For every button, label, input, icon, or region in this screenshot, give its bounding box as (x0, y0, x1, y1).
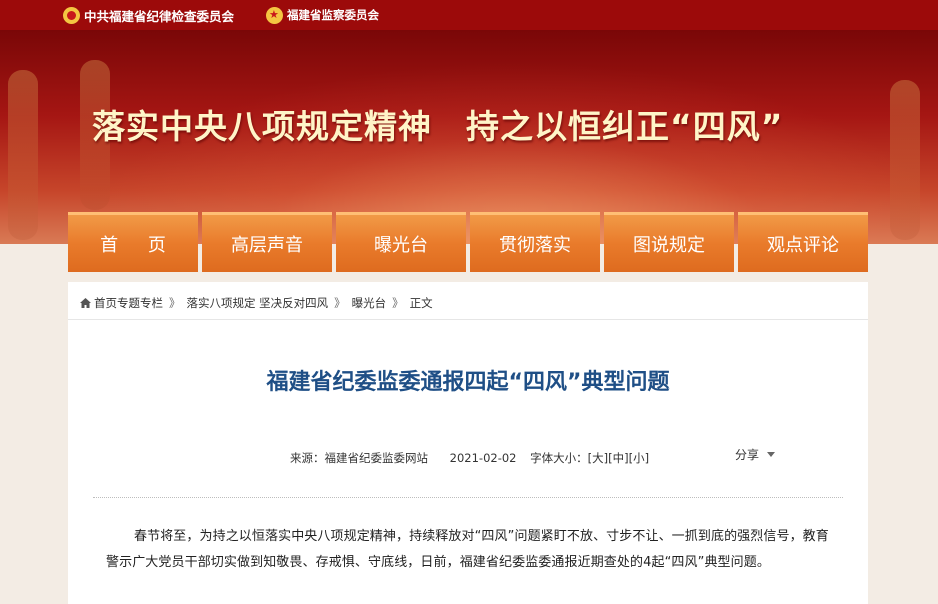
banner-slogan: 落实中央八项规定精神 持之以恒纠正“四风” (92, 100, 783, 148)
font-size-label: 字体大小： (530, 451, 588, 465)
article-date: 2021-02-02 (449, 451, 517, 465)
home-icon[interactable] (80, 298, 91, 308)
dotted-divider (93, 497, 843, 498)
share-dropdown[interactable]: 分享 (735, 446, 776, 463)
font-size-large-button[interactable]: [大] (588, 451, 608, 465)
article-meta: 来源：福建省纪委监委网站 2021-02-02 字体大小：[大][中][小] (290, 450, 649, 466)
article-panel: 首页专题专栏 》 落实八项规定 坚决反对四风 》 曝光台 》 正文 福建省纪委监… (68, 282, 868, 604)
font-size-small-button[interactable]: [小] (629, 451, 649, 465)
share-label: 分享 (735, 448, 760, 462)
font-size-medium-button[interactable]: [中] (608, 451, 628, 465)
breadcrumb-separator: 》 (169, 296, 181, 310)
nav-commentary[interactable]: 观点评论 (738, 212, 868, 272)
nav-illustrated-rules[interactable]: 图说规定 (604, 212, 734, 272)
party-emblem-icon (63, 6, 80, 24)
wheat-decoration (890, 80, 920, 240)
nav-implementation[interactable]: 贯彻落实 (470, 212, 600, 272)
banner-slogan-1: 落实中央八项规定精神 (92, 107, 432, 146)
banner-slogan-2: 持之以恒纠正“四风” (466, 107, 784, 146)
main-nav: 首 页 高层声音 曝光台 贯彻落实 图说规定 观点评论 (68, 212, 868, 272)
supervision-logo[interactable]: 福建省监察委员会 (266, 6, 379, 24)
breadcrumb-link-exposure[interactable]: 曝光台 (352, 295, 387, 311)
nav-senior-voice[interactable]: 高层声音 (202, 212, 332, 272)
top-header-bar: 中共福建省纪律检查委员会 福建省监察委员会 (0, 0, 938, 30)
article-source: 来源：福建省纪委监委网站 (290, 451, 428, 465)
breadcrumb-separator: 》 (392, 296, 404, 310)
breadcrumb-separator: 》 (334, 296, 346, 310)
breadcrumb-link-home[interactable]: 首页专题专栏 (94, 295, 163, 311)
article-title: 福建省纪委监委通报四起“四风”典型问题 (266, 370, 670, 395)
article-body: 春节将至，为持之以恒落实中央八项规定精神，持续释放对“四风”问题紧盯不放、寸步不… (106, 529, 829, 570)
breadcrumb-current: 正文 (409, 296, 433, 310)
breadcrumb-link-topic[interactable]: 落实八项规定 坚决反对四风 (187, 295, 329, 311)
wheat-decoration (8, 70, 38, 240)
org-primary-name: 中共福建省纪律检查委员会 (84, 8, 235, 24)
chevron-down-icon (767, 452, 776, 457)
org-secondary-name: 福建省监察委员会 (287, 8, 379, 22)
nav-exposure[interactable]: 曝光台 (336, 212, 466, 272)
national-emblem-icon (266, 6, 283, 24)
nav-home[interactable]: 首 页 (68, 212, 198, 272)
breadcrumb: 首页专题专栏 》 落实八项规定 坚决反对四风 》 曝光台 》 正文 (80, 295, 433, 311)
ccdi-logo[interactable]: 中共福建省纪律检查委员会 (63, 6, 234, 24)
divider (68, 319, 868, 320)
